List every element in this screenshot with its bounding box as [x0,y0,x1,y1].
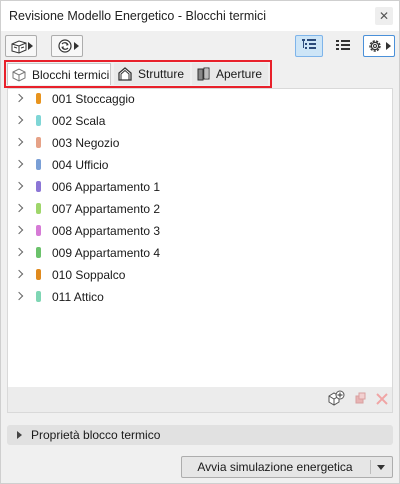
house-icon [116,66,134,82]
close-button[interactable]: ✕ [375,7,393,25]
split-divider [370,460,371,474]
zone-label: 002 Scala [52,114,106,128]
thermal-blocks-tree: 001 Stoccaggio 002 Scala 003 Negozio 004… [7,88,393,388]
chevron-right-icon[interactable] [14,93,24,103]
refresh-icon [56,38,74,57]
chevron-right-icon[interactable] [14,159,24,169]
window-title: Revisione Modello Energetico - Blocchi t… [9,9,267,23]
zone-label: 004 Ufficio [52,158,109,172]
tree-list-view-button[interactable] [295,35,323,57]
tab-blocchi-termici[interactable]: Blocchi termici [7,63,111,85]
run-simulation-label: Avvia simulazione energetica [197,460,353,474]
list-icon [335,38,351,55]
add-block-button[interactable] [326,390,346,410]
chevron-right-icon[interactable] [14,269,24,279]
run-simulation-button[interactable]: Avvia simulazione energetica [181,456,393,478]
zone-label: 011 Attico [52,290,104,304]
settings-dropdown[interactable] [363,35,395,57]
properties-label: Proprietà blocco termico [31,428,161,442]
chevron-right-icon[interactable] [14,203,24,213]
chevron-right-icon[interactable] [14,115,24,125]
zone-label: 003 Negozio [52,136,120,150]
add-block-icon [327,390,345,411]
tab-label: Strutture [138,67,185,81]
duplicate-icon [352,391,368,410]
tab-strutture[interactable]: Strutture [114,63,190,85]
tree-row-007[interactable]: 007 Appartamento 2 [8,199,392,221]
delete-block-button[interactable] [372,390,392,410]
tree-row-008[interactable]: 008 Appartamento 3 [8,221,392,243]
gear-icon [367,38,383,57]
zone-label: 007 Appartamento 2 [52,202,161,216]
chevron-right-icon[interactable] [14,247,24,257]
tree-row-011[interactable]: 011 Attico [8,287,392,309]
zone-color-swatch [36,203,41,214]
zone-color-swatch [36,115,41,126]
zone-color-swatch [36,181,41,192]
zone-color-swatch [36,247,41,258]
zone-color-swatch [36,137,41,148]
tree-row-004[interactable]: 004 Ufficio [8,155,392,177]
building-icon [10,38,28,57]
zone-color-swatch [36,225,41,236]
caret-right-icon [28,42,33,50]
refresh-dropdown[interactable] [51,35,83,57]
tab-label: Blocchi termici [32,67,110,82]
tab-label: Aperture [216,67,263,81]
palette-window: Revisione Modello Energetico - Blocchi t… [0,0,400,484]
chevron-right-icon[interactable] [14,181,24,191]
chevron-right-icon[interactable] [14,137,24,147]
delete-icon [374,391,390,410]
close-icon: ✕ [378,9,390,23]
tree-row-002[interactable]: 002 Scala [8,111,392,133]
caret-right-icon [74,42,79,50]
tree-actions-bar [7,387,393,413]
zone-color-swatch [36,159,41,170]
thermal-block-icon [10,67,28,83]
tree-row-003[interactable]: 003 Negozio [8,133,392,155]
zone-color-swatch [36,291,41,302]
zone-label: 010 Soppalco [52,268,126,282]
model-display-dropdown[interactable] [5,35,37,57]
flat-list-view-button[interactable] [329,35,357,57]
door-icon [194,66,212,82]
chevron-down-icon[interactable] [377,465,385,470]
zone-label: 006 Appartamento 1 [52,180,161,194]
tab-aperture[interactable]: Aperture [192,63,268,85]
tree-row-009[interactable]: 009 Appartamento 4 [8,243,392,265]
expand-arrow-icon [17,431,22,439]
tree-row-010[interactable]: 010 Soppalco [8,265,392,287]
chevron-right-icon[interactable] [14,225,24,235]
toolbar [1,31,399,61]
zone-label: 009 Appartamento 4 [52,246,161,260]
zone-color-swatch [36,93,41,104]
tree-row-006[interactable]: 006 Appartamento 1 [8,177,392,199]
tree-row-001[interactable]: 001 Stoccaggio [8,89,392,111]
duplicate-block-button[interactable] [350,390,370,410]
zone-color-swatch [36,269,41,280]
thermal-block-properties-header[interactable]: Proprietà blocco termico [7,425,393,445]
title-bar: Revisione Modello Energetico - Blocchi t… [1,1,399,31]
zone-label: 008 Appartamento 3 [52,224,161,238]
chevron-right-icon[interactable] [14,291,24,301]
caret-right-icon [386,42,391,50]
tree-list-icon [301,38,317,55]
zone-label: 001 Stoccaggio [52,92,135,106]
